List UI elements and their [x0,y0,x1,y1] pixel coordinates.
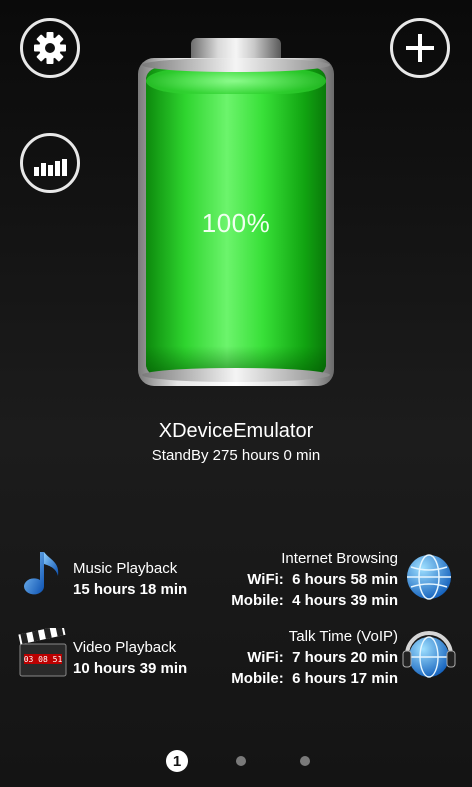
page-dot-1[interactable]: 1 [166,750,188,772]
talk-wifi-value: 7 hours 20 min [292,649,398,666]
battery-percent: 100% [201,208,271,238]
video-playback-value: 10 hours 39 min [73,660,188,677]
battery-body: 100% [138,58,334,386]
clapperboard-icon: 03 08 51 [18,625,68,683]
battery-bottom-rim [142,368,330,382]
battery-top-rim [142,58,330,72]
internet-browsing-stat: Internet Browsing WiFi: 6 hours 58 min M… [231,548,398,611]
internet-mobile-prefix: Mobile: [231,592,284,609]
internet-mobile-value: 4 hours 39 min [292,592,398,609]
music-playback-stat: Music Playback 15 hours 18 min [73,558,187,600]
music-note-icon [20,550,64,609]
video-playback-stat: Video Playback 10 hours 39 min [73,637,187,679]
battery-gauge: 100% [138,38,334,386]
gear-icon [34,32,66,64]
standby-time: StandBy 275 hours 0 min [151,447,321,464]
video-playback-label: Video Playback [73,639,177,656]
statistics-button[interactable] [20,133,80,193]
talk-mobile-prefix: Mobile: [231,670,284,687]
plus-icon [406,34,434,62]
music-playback-value: 15 hours 18 min [73,581,188,598]
page-indicator: 1 [0,750,472,772]
signal-bars-icon [34,159,67,176]
internet-wifi-value: 6 hours 58 min [292,571,398,588]
page-dot-2[interactable] [236,756,246,766]
add-button[interactable] [390,18,450,78]
talk-wifi-prefix: WiFi: [247,649,284,666]
talk-mobile-value: 6 hours 17 min [292,670,398,687]
settings-button[interactable] [20,18,80,78]
talk-time-label: Talk Time (VoIP) [288,628,398,645]
headset-globe-icon [402,625,456,688]
internet-wifi-prefix: WiFi: [247,571,284,588]
globe-icon [405,553,453,606]
internet-browsing-label: Internet Browsing [281,550,398,567]
music-playback-label: Music Playback [73,560,178,577]
page-dot-3[interactable] [300,756,310,766]
device-name: XDeviceEmulator [158,420,314,442]
talk-time-stat: Talk Time (VoIP) WiFi: 7 hours 20 min Mo… [231,626,398,689]
clapper-text: 03 08 51 [24,655,63,664]
